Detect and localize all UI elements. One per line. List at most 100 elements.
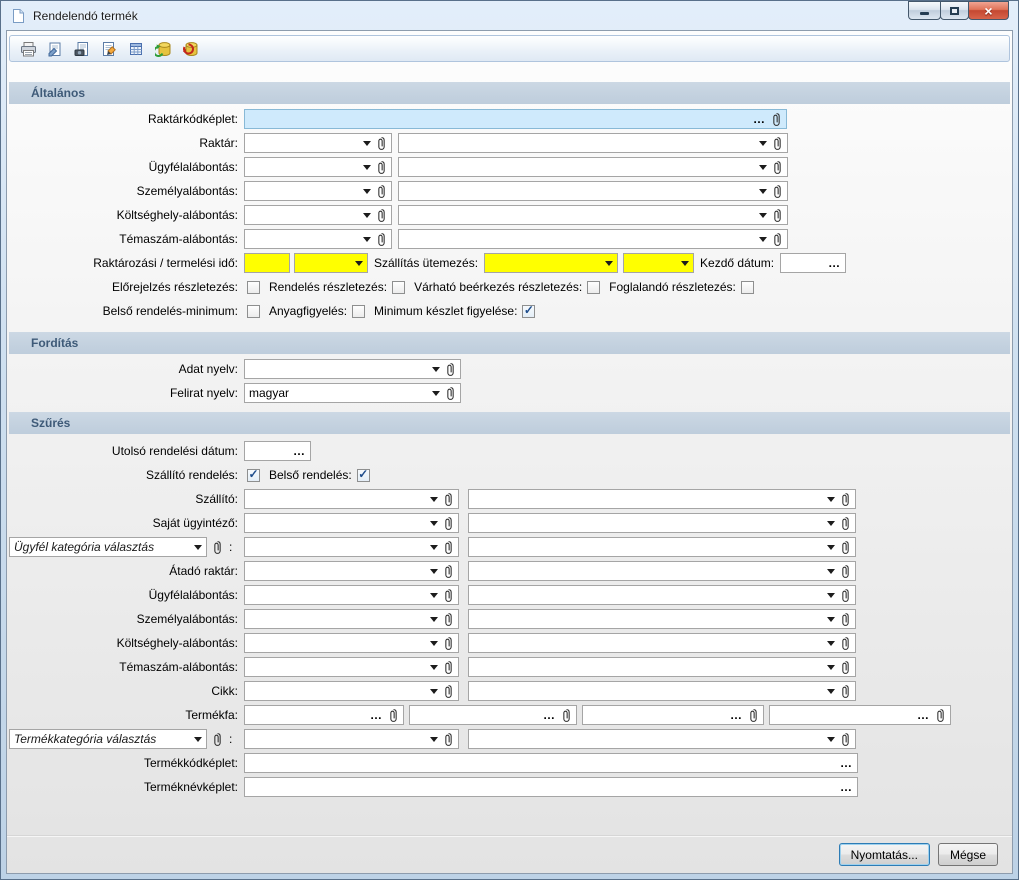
szemelyalabontas-value-combo[interactable]: [398, 181, 788, 201]
browse-ellipsis-icon[interactable]: …: [828, 259, 841, 267]
cancel-button[interactable]: Mégse: [938, 843, 998, 866]
browse-ellipsis-icon[interactable]: …: [293, 447, 306, 455]
browse-ellipsis-icon[interactable]: …: [917, 711, 930, 719]
title-bar[interactable]: Rendelendó termék ×: [1, 1, 1018, 30]
close-button[interactable]: ×: [968, 1, 1009, 20]
paperclip-icon[interactable]: [772, 136, 783, 151]
paperclip-icon[interactable]: [443, 540, 454, 555]
termelesi-ido-unit-combo[interactable]: [294, 253, 368, 273]
szures-szemelyalabontas-combo[interactable]: [244, 609, 459, 629]
raktar-combo[interactable]: [244, 133, 392, 153]
temaszam-value-combo[interactable]: [398, 229, 788, 249]
termekfa-input-2[interactable]: …: [409, 705, 577, 725]
szemelyalabontas-combo[interactable]: [244, 181, 392, 201]
paperclip-icon[interactable]: [935, 708, 946, 723]
belso-rendeles-minimum-checkbox[interactable]: [247, 305, 260, 318]
atado-raktar-value-combo[interactable]: [468, 561, 856, 581]
cikk-value-combo[interactable]: [468, 681, 856, 701]
paperclip-icon[interactable]: [840, 684, 851, 699]
paperclip-icon[interactable]: [771, 112, 782, 127]
termek-kategoria-value-combo[interactable]: [468, 729, 856, 749]
varhato-beerkezes-checkbox[interactable]: [587, 281, 600, 294]
paperclip-icon[interactable]: [840, 636, 851, 651]
elorejelzes-reszletezes-checkbox[interactable]: [247, 281, 260, 294]
page-marker-icon[interactable]: [99, 39, 119, 59]
termek-kategoria-selector-combo[interactable]: Termékkategória választás: [9, 729, 207, 749]
szallito-value-combo[interactable]: [468, 489, 856, 509]
szures-temaszam-value-combo[interactable]: [468, 657, 856, 677]
paperclip-icon[interactable]: [443, 564, 454, 579]
paperclip-icon[interactable]: [212, 732, 223, 747]
browse-ellipsis-icon[interactable]: …: [730, 711, 743, 719]
paperclip-icon[interactable]: [840, 588, 851, 603]
paperclip-icon[interactable]: [840, 540, 851, 555]
termekkodkeplet-input[interactable]: …: [244, 753, 858, 773]
anyagfigyeles-checkbox[interactable]: [352, 305, 365, 318]
szallito-rendeles-checkbox[interactable]: ✓: [247, 469, 260, 482]
paperclip-icon[interactable]: [443, 588, 454, 603]
paperclip-icon[interactable]: [840, 612, 851, 627]
browse-ellipsis-icon[interactable]: …: [543, 711, 556, 719]
paperclip-icon[interactable]: [376, 232, 387, 247]
szures-koltseghely-combo[interactable]: [244, 633, 459, 653]
szures-temaszam-combo[interactable]: [244, 657, 459, 677]
foglalando-reszletezes-checkbox[interactable]: [741, 281, 754, 294]
paperclip-icon[interactable]: [772, 208, 783, 223]
paperclip-icon[interactable]: [840, 516, 851, 531]
maximize-button[interactable]: [940, 1, 969, 20]
koltseghely-combo[interactable]: [244, 205, 392, 225]
rendeles-reszletezes-checkbox[interactable]: [392, 281, 405, 294]
paperclip-icon[interactable]: [772, 184, 783, 199]
ugyfelalabontas-value-combo[interactable]: [398, 157, 788, 177]
paperclip-icon[interactable]: [443, 660, 454, 675]
ugyfel-kategoria-value-combo[interactable]: [468, 537, 856, 557]
ugyfelalabontas-combo[interactable]: [244, 157, 392, 177]
paperclip-icon[interactable]: [840, 492, 851, 507]
koltseghely-value-combo[interactable]: [398, 205, 788, 225]
paperclip-icon[interactable]: [443, 684, 454, 699]
paperclip-icon[interactable]: [840, 564, 851, 579]
kezdo-datum-input[interactable]: …: [780, 253, 846, 273]
database-red-arrow-icon[interactable]: [180, 39, 200, 59]
szures-koltseghely-value-combo[interactable]: [468, 633, 856, 653]
paperclip-icon[interactable]: [445, 362, 456, 377]
termekfa-input-3[interactable]: …: [582, 705, 764, 725]
paperclip-icon[interactable]: [443, 636, 454, 651]
szallito-combo[interactable]: [244, 489, 459, 509]
page-camera-icon[interactable]: [72, 39, 92, 59]
print-button[interactable]: Nyomtatás...: [839, 843, 930, 866]
termelesi-ido-input[interactable]: [244, 253, 290, 273]
paperclip-icon[interactable]: [840, 732, 851, 747]
szallitas-utemezes-combo[interactable]: [484, 253, 618, 273]
raktar-value-combo[interactable]: [398, 133, 788, 153]
cikk-combo[interactable]: [244, 681, 459, 701]
raktarkodkeplet-input[interactable]: …: [244, 109, 787, 129]
sajat-ugyintezo-combo[interactable]: [244, 513, 459, 533]
paperclip-icon[interactable]: [443, 492, 454, 507]
print-icon[interactable]: [18, 39, 38, 59]
browse-ellipsis-icon[interactable]: …: [370, 711, 383, 719]
browse-ellipsis-icon[interactable]: …: [840, 759, 853, 767]
paperclip-icon[interactable]: [212, 540, 223, 555]
paperclip-icon[interactable]: [443, 612, 454, 627]
paperclip-icon[interactable]: [443, 516, 454, 531]
ugyfel-kategoria-selector-combo[interactable]: Ügyfél kategória választás: [9, 537, 207, 557]
paperclip-icon[interactable]: [376, 160, 387, 175]
page-edit-icon[interactable]: [45, 39, 65, 59]
paperclip-icon[interactable]: [772, 232, 783, 247]
belso-rendeles-checkbox[interactable]: ✓: [357, 469, 370, 482]
szures-ugyfelalabontas-value-combo[interactable]: [468, 585, 856, 605]
termekfa-input-1[interactable]: …: [244, 705, 404, 725]
paperclip-icon[interactable]: [376, 184, 387, 199]
szures-szemelyalabontas-value-combo[interactable]: [468, 609, 856, 629]
termeknevkeplet-input[interactable]: …: [244, 777, 858, 797]
paperclip-icon[interactable]: [561, 708, 572, 723]
paperclip-icon[interactable]: [376, 136, 387, 151]
minimize-button[interactable]: [908, 1, 941, 20]
paperclip-icon[interactable]: [748, 708, 759, 723]
paperclip-icon[interactable]: [772, 160, 783, 175]
szures-ugyfelalabontas-combo[interactable]: [244, 585, 459, 605]
temaszam-combo[interactable]: [244, 229, 392, 249]
browse-ellipsis-icon[interactable]: …: [840, 783, 853, 791]
atado-raktar-combo[interactable]: [244, 561, 459, 581]
